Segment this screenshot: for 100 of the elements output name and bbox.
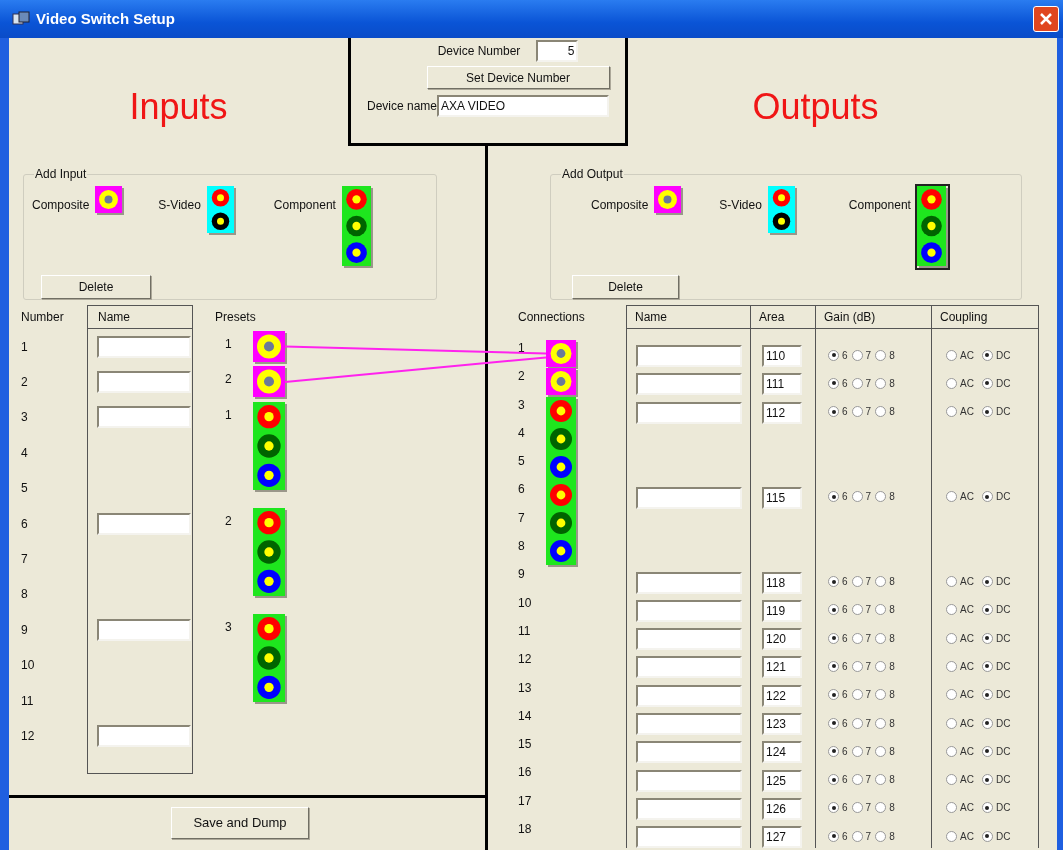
gain-radio-button[interactable]: 6 — [828, 743, 848, 759]
gain-radio-button[interactable]: 8 — [875, 602, 895, 618]
name-field[interactable] — [636, 599, 742, 622]
gain-radio-button[interactable]: 8 — [875, 658, 895, 674]
composite-connector-icon[interactable] — [546, 340, 578, 369]
coupling-radio-button[interactable]: DC — [981, 772, 1011, 788]
composite-connector-icon[interactable] — [654, 186, 684, 215]
name-field[interactable] — [636, 656, 742, 679]
coupling-radio-button[interactable]: DC — [981, 743, 1011, 759]
svideo-connector-icon[interactable] — [767, 186, 797, 235]
gain-radio-button[interactable]: 7 — [851, 828, 872, 844]
gain-radio-button[interactable]: 7 — [851, 602, 872, 618]
gain-radio-button[interactable]: 7 — [851, 743, 872, 759]
save-and-dump-button[interactable]: Save and Dump — [171, 807, 309, 839]
device-number-field[interactable]: 5 — [536, 40, 579, 62]
gain-radio-button[interactable]: 8 — [875, 375, 895, 391]
gain-radio-button[interactable]: 7 — [851, 404, 872, 420]
coupling-radio-button[interactable]: DC — [981, 828, 1011, 844]
coupling-radio-button[interactable]: DC — [981, 347, 1011, 363]
name-field[interactable] — [636, 769, 742, 792]
gain-radio-button[interactable]: 7 — [851, 347, 872, 363]
area-field[interactable]: 124 — [762, 741, 802, 764]
coupling-radio-button[interactable]: DC — [981, 489, 1011, 505]
name-field[interactable] — [636, 628, 742, 651]
gain-radio-button[interactable]: 6 — [828, 404, 848, 420]
gain-radio-button[interactable]: 6 — [828, 800, 848, 816]
gain-radio-button[interactable]: 8 — [875, 574, 895, 589]
name-field[interactable] — [97, 618, 191, 641]
composite-connector-icon[interactable] — [95, 186, 125, 215]
gain-radio-button[interactable]: 6 — [828, 574, 848, 589]
gain-radio-button[interactable]: 8 — [875, 489, 895, 505]
coupling-radio-button[interactable]: DC — [981, 658, 1011, 674]
coupling-radio-button[interactable]: AC — [946, 375, 974, 391]
gain-radio-button[interactable]: 8 — [875, 772, 895, 788]
gain-radio-button[interactable]: 6 — [828, 347, 848, 363]
name-field[interactable] — [97, 725, 191, 747]
component-connector-icon[interactable] — [253, 614, 287, 705]
gain-radio-button[interactable]: 6 — [828, 375, 848, 391]
coupling-radio-button[interactable]: DC — [981, 404, 1011, 420]
name-field[interactable] — [636, 741, 742, 764]
coupling-radio-button[interactable]: DC — [981, 630, 1011, 646]
area-field[interactable]: 125 — [762, 769, 802, 792]
coupling-radio-button[interactable]: DC — [981, 800, 1011, 816]
gain-radio-button[interactable]: 8 — [875, 630, 895, 646]
name-field[interactable] — [636, 401, 742, 424]
coupling-radio-button[interactable]: DC — [981, 602, 1011, 618]
coupling-radio-button[interactable]: DC — [981, 715, 1011, 731]
coupling-radio-button[interactable]: AC — [946, 658, 974, 674]
coupling-radio-button[interactable]: AC — [946, 630, 974, 646]
gain-radio-button[interactable]: 7 — [851, 630, 872, 646]
delete-button[interactable]: Delete — [41, 275, 151, 299]
gain-radio-button[interactable]: 7 — [851, 800, 872, 816]
name-field[interactable] — [97, 512, 191, 535]
coupling-radio-button[interactable]: DC — [981, 375, 1011, 391]
name-field[interactable] — [636, 713, 742, 735]
name-field[interactable] — [636, 571, 742, 594]
component-connector-icon[interactable] — [341, 186, 373, 268]
name-field[interactable] — [636, 373, 742, 396]
name-field[interactable] — [636, 684, 742, 707]
name-field[interactable] — [636, 486, 742, 509]
component-connector-icon[interactable] — [546, 481, 578, 568]
coupling-radio-button[interactable]: AC — [946, 772, 974, 788]
gain-radio-button[interactable]: 6 — [828, 630, 848, 646]
area-field[interactable]: 122 — [762, 684, 802, 707]
area-field[interactable]: 126 — [762, 797, 802, 820]
coupling-radio-button[interactable]: AC — [946, 602, 974, 618]
gain-radio-button[interactable]: 8 — [875, 687, 895, 703]
coupling-radio-button[interactable]: AC — [946, 687, 974, 703]
device-name-field[interactable]: AXA VIDEO — [437, 95, 609, 117]
gain-radio-button[interactable]: 8 — [875, 715, 895, 731]
area-field[interactable]: 120 — [762, 628, 802, 651]
gain-radio-button[interactable]: 8 — [875, 404, 895, 420]
coupling-radio-button[interactable]: AC — [946, 347, 974, 363]
gain-radio-button[interactable]: 6 — [828, 772, 848, 788]
name-field[interactable] — [636, 797, 742, 820]
name-field[interactable] — [97, 406, 191, 429]
gain-radio-button[interactable]: 7 — [851, 658, 872, 674]
area-field[interactable]: 127 — [762, 826, 802, 849]
coupling-radio-button[interactable]: AC — [946, 489, 974, 505]
area-field[interactable]: 110 — [762, 345, 802, 368]
gain-radio-button[interactable]: 7 — [851, 715, 872, 731]
gain-radio-button[interactable]: 8 — [875, 743, 895, 759]
gain-radio-button[interactable]: 6 — [828, 602, 848, 618]
gain-radio-button[interactable]: 6 — [828, 489, 848, 505]
gain-radio-button[interactable]: 7 — [851, 489, 872, 505]
coupling-radio-button[interactable]: DC — [981, 574, 1011, 589]
coupling-radio-button[interactable]: AC — [946, 574, 974, 589]
set-device-number-button[interactable]: Set Device Number — [426, 66, 610, 89]
component-connector-icon[interactable] — [253, 507, 287, 598]
close-button[interactable] — [1033, 6, 1059, 32]
name-field[interactable] — [636, 345, 742, 368]
area-field[interactable]: 115 — [762, 486, 802, 509]
gain-radio-button[interactable]: 7 — [851, 772, 872, 788]
area-field[interactable]: 111 — [762, 373, 802, 396]
composite-connector-icon[interactable] — [546, 368, 578, 398]
gain-radio-button[interactable]: 6 — [828, 828, 848, 844]
gain-radio-button[interactable]: 7 — [851, 574, 872, 589]
area-field[interactable]: 123 — [762, 713, 802, 735]
component-connector-icon[interactable] — [253, 401, 287, 492]
area-field[interactable]: 121 — [762, 656, 802, 679]
